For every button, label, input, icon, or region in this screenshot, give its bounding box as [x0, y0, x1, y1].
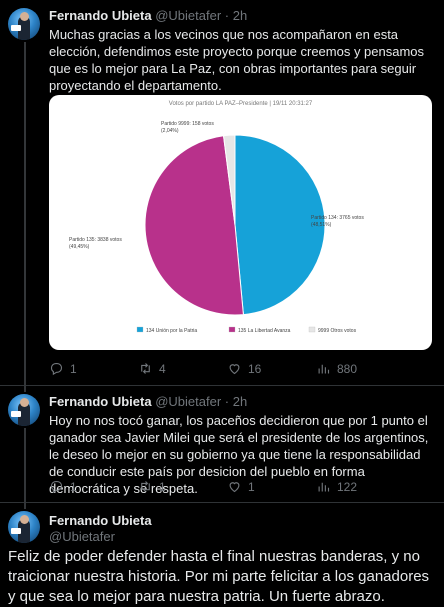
thread-line [24, 503, 26, 509]
author-handle[interactable]: @Ubietafer [155, 394, 221, 409]
legend-swatch [308, 326, 316, 333]
retweet-button[interactable]: 1 [138, 479, 166, 494]
reply-count: 1 [70, 361, 77, 376]
reply-button[interactable]: 1 [49, 361, 77, 376]
author-handle[interactable]: @Ubietafer [155, 8, 221, 23]
like-icon [229, 364, 240, 375]
tweet-1[interactable]: Fernando Ubieta @Ubietafer · 2h Muchas g… [0, 0, 444, 386]
retweet-icon [141, 481, 150, 492]
legend-label: 135 La Libertad Avanza [238, 328, 291, 334]
like-button[interactable]: 16 [227, 361, 261, 376]
retweet-button[interactable]: 4 [138, 361, 166, 376]
avatar[interactable] [8, 394, 40, 426]
author-name[interactable]: Fernando Ubieta [49, 394, 152, 409]
slice-label: Partido 9999: 158 votos [161, 121, 214, 127]
thread-line [24, 386, 26, 392]
tweet-time[interactable]: 2h [233, 8, 247, 23]
tweet-actions: 1 4 16 880 [49, 361, 434, 377]
thread-line [24, 42, 26, 386]
legend-label: 134 Unión por la Patria [146, 328, 197, 334]
like-button[interactable]: 1 [227, 479, 255, 494]
avatar[interactable] [8, 511, 40, 543]
slice-label: Partido 135: 3838 votos [69, 237, 122, 243]
views-icon [318, 482, 330, 492]
legend-swatch [136, 326, 144, 333]
like-count: 16 [248, 361, 262, 376]
tweet-2[interactable]: Fernando Ubieta @Ubietafer · 2h Hoy no n… [0, 386, 444, 503]
author-handle[interactable]: @Ubietafer [49, 529, 152, 545]
tweet-text: Muchas gracias a los vecinos que nos aco… [49, 27, 425, 93]
views-count: 122 [337, 479, 358, 494]
slice-percent-label: (48,51%) [311, 222, 332, 228]
avatar[interactable] [8, 8, 40, 40]
retweet-count: 4 [159, 361, 166, 376]
tweet-time[interactable]: 2h [233, 394, 247, 409]
reply-icon [50, 480, 63, 494]
slice-label: Partido 134: 3765 votos [311, 215, 364, 221]
views-icon [318, 364, 330, 374]
like-count: 1 [248, 479, 255, 494]
chart-card[interactable]: Votos por partido LA PAZ–Presidente | 19… [49, 95, 432, 350]
views-count: 880 [337, 361, 358, 376]
thread-line [24, 428, 26, 503]
slice-percent-label: (2,04%) [161, 128, 179, 134]
legend-swatch [228, 326, 236, 333]
tweet-text: Feliz de poder defender hasta el final n… [8, 548, 430, 605]
slice-percent-label: (49,45%) [69, 244, 90, 250]
reply-icon [50, 362, 63, 376]
author-name[interactable]: Fernando Ubieta [49, 8, 152, 23]
tweet-actions: 1 1 1 122 [49, 479, 434, 495]
views-button[interactable]: 880 [316, 361, 357, 376]
retweet-icon [141, 363, 150, 374]
reply-button[interactable]: 1 [49, 479, 77, 494]
like-icon [229, 482, 240, 493]
pie-chart: Partido 134: 3765 votos(48,51%) Partido 1… [69, 121, 364, 334]
views-button[interactable]: 122 [316, 479, 357, 494]
author-name[interactable]: Fernando Ubieta [49, 513, 152, 529]
legend-label: 9999 Otros votos [318, 328, 357, 334]
retweet-count: 1 [159, 479, 166, 494]
reply-count: 1 [70, 479, 77, 494]
tweet-3[interactable]: Fernando Ubieta @Ubietafer Feliz de pode… [0, 503, 444, 607]
